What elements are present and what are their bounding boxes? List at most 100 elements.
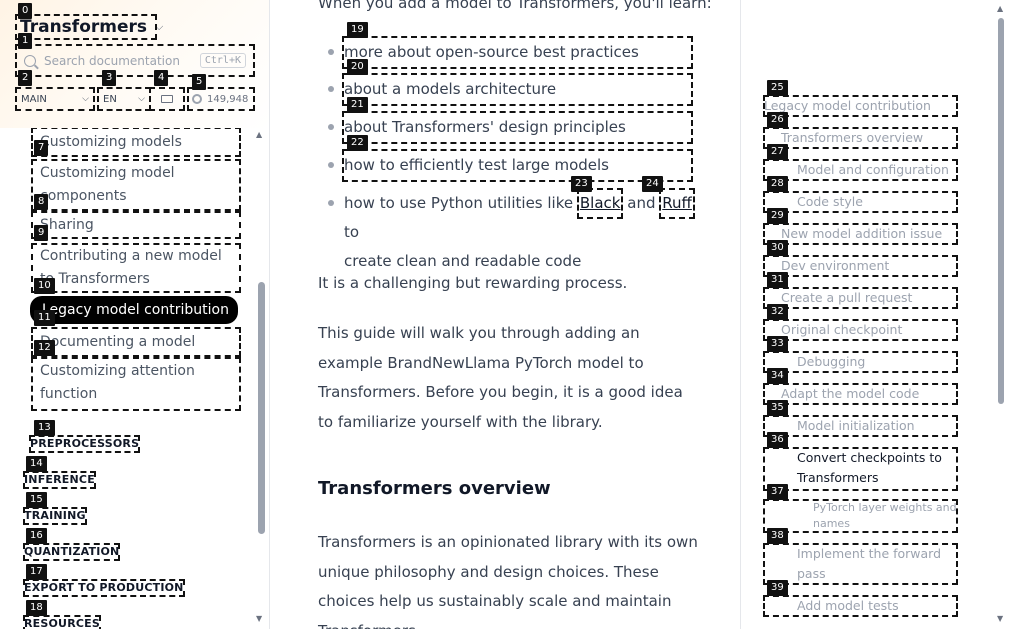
sidebar-item[interactable]: Sharing [31,211,241,239]
toc-item[interactable]: Transformers overview [763,127,958,149]
marker-badge: 3 [102,70,117,86]
bullet-dot [328,124,334,130]
bullet-dot [328,200,334,206]
ruff-link[interactable]: Ruff [659,188,695,219]
bullet-text-prefix: how to use Python utilities like [344,194,574,212]
language-select[interactable]: EN ⌵ [97,87,151,111]
search-input[interactable] [44,53,194,68]
toc-item[interactable]: Debugging [763,351,958,373]
language-value: EN [103,93,117,105]
marker-badge: 22 [347,135,368,151]
marker-badge: 33 [767,336,788,352]
bullet-text-line2: create clean and readable code [344,252,582,270]
bullet-text-suffix: to [344,223,360,241]
toc-item[interactable]: New model addition issue [763,223,958,245]
marker-badge: 32 [767,304,788,320]
sidebar: 0 Transformers ⌵ 1 Ctrl+K 2 MAIN ⌵ 3 EN … [0,0,270,629]
main-content: When you add a model to Transformers, yo… [271,0,739,629]
sidebar-item[interactable]: Contributing a new model to Transformers [31,243,241,293]
toc-scrollbar-thumb[interactable] [998,18,1004,404]
toc-item-current[interactable]: Convert checkpoints to Transformers [763,447,958,491]
marker-badge: 10 [34,278,55,294]
marker-badge: 0 [18,3,33,19]
search-icon [24,54,36,67]
marker-badge: 11 [34,310,55,326]
version-select[interactable]: MAIN ⌵ [15,87,95,111]
sidebar-scrollbar-thumb[interactable] [258,282,265,534]
marker-badge: 23 [571,176,592,192]
chevron-down-icon: ⌵ [82,94,89,104]
scroll-up-arrow[interactable]: ▲ [997,4,1003,13]
marker-badge: 14 [26,456,47,472]
marker-badge: 17 [26,564,47,580]
toc-item[interactable]: Add model tests [763,595,958,617]
nav-section-export[interactable]: EXPORT TO PRODUCTION [23,579,185,597]
marker-badge: 29 [767,208,788,224]
toc-item[interactable]: Dev environment [763,255,958,277]
marker-badge: 28 [767,176,788,192]
marker-badge: 2 [18,70,33,86]
sidebar-item[interactable]: Customizing attention function [31,357,241,411]
nav-section-inference[interactable]: INFERENCE [23,471,96,489]
version-value: MAIN [21,93,47,105]
sidebar-item[interactable]: Customizing model components [31,159,241,211]
toc-item[interactable]: PyTorch layer weights and names [763,499,958,533]
marker-badge: 19 [347,22,368,38]
marker-badge: 8 [34,194,49,210]
sidebar-nav: ▲ ▼ 6 Customizing models 7 Customizing m… [0,128,269,629]
black-link[interactable]: Black [576,188,624,219]
marker-badge: 37 [767,484,788,500]
stars-count: 149,948 [207,93,249,105]
sidebar-item-active[interactable]: Legacy model contribution [30,296,238,324]
toc-item[interactable]: Implement the forward pass [763,543,958,585]
marker-badge: 25 [767,80,788,96]
github-icon [192,94,202,104]
table-of-contents: ▲ ▼ 25 Legacy model contribution 26 Tran… [740,0,1024,629]
marker-badge: 7 [34,140,49,156]
marker-badge: 5 [192,74,207,90]
scroll-up-arrow[interactable]: ▲ [256,130,262,139]
bullet-text: about a models architecture [344,80,557,98]
marker-badge: 31 [767,272,788,288]
bullet-dot [328,49,334,55]
toc-item[interactable]: Legacy model contribution [763,95,958,117]
intro-text: When you add a model to Transformers, yo… [318,0,712,12]
marker-badge: 4 [154,70,169,86]
marker-badge: 21 [347,97,368,113]
theme-toggle-button[interactable] [149,87,185,111]
chevron-down-icon: ⌵ [155,20,164,33]
search-box[interactable]: Ctrl+K [15,44,255,77]
section-heading: Transformers overview [318,478,551,499]
sidebar-item[interactable]: Customizing models [31,128,241,157]
toc-item[interactable]: Code style [763,191,958,213]
sidebar-item[interactable]: Documenting a model [31,327,241,357]
toc-item[interactable]: Model initialization [763,415,958,437]
bullet-text: how to efficiently test large models [344,156,609,174]
paragraph: This guide will walk you through adding … [318,324,683,431]
marker-badge: 16 [26,528,47,544]
scroll-down-arrow[interactable]: ▼ [256,614,262,623]
toc-item[interactable]: Create a pull request [763,287,958,309]
marker-badge: 13 [34,420,55,436]
marker-badge: 15 [26,492,47,508]
marker-badge: 39 [767,580,788,596]
brand-menu-button[interactable]: Transformers ⌵ [15,14,163,40]
scroll-down-arrow[interactable]: ▼ [997,614,1003,623]
marker-badge: 1 [18,33,33,49]
nav-section-training[interactable]: TRAINING [23,507,87,525]
nav-section-quantization[interactable]: QUANTIZATION [22,543,121,561]
toc-item[interactable]: Adapt the model code [763,383,958,405]
nav-section-preprocessors[interactable]: PREPROCESSORS [28,435,141,453]
marker-badge: 34 [767,368,788,384]
marker-badge: 30 [767,240,788,256]
bullet-text: more about open-source best practices [344,43,639,61]
bullet-dot [328,162,334,168]
paragraph: Transformers is an opinionated library w… [318,533,698,629]
nav-section-resources[interactable]: RESOURCES [23,615,101,629]
marker-badge: 27 [767,144,788,160]
marker-badge: 26 [767,112,788,128]
bullet-text-utilities: how to use Python utilities like Black a… [344,188,704,276]
toc-item[interactable]: Model and configuration [763,159,958,181]
github-stars-link[interactable]: 149,948 [187,87,255,111]
toc-item[interactable]: Original checkpoint [763,319,958,341]
